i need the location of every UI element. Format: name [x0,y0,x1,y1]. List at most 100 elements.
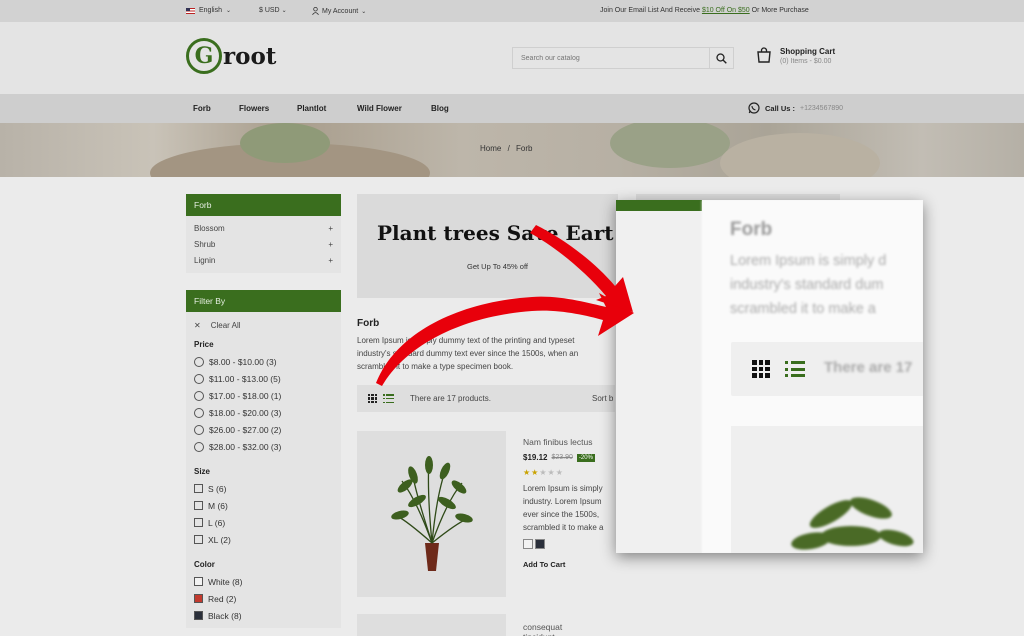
product-info: Nam finibus lectus $19.12 $23.90 -20% ★★… [523,437,623,569]
radio-button[interactable] [194,441,204,452]
checkbox[interactable] [194,501,203,510]
category-item-shrub[interactable]: Shrub + [194,237,333,253]
color-option[interactable]: Black (8) [194,607,333,624]
product-description: Lorem Ipsum is simply industry. Lorem Ip… [523,482,623,534]
whatsapp-icon [748,102,760,114]
radio-button[interactable] [194,373,204,384]
zoom-product-count: There are 17 [824,359,913,376]
product-image[interactable] [357,614,506,636]
price-option-label: $28.00 - $32.00 (3) [209,441,282,452]
language-selector[interactable]: English ⌄ [186,7,231,14]
color-swatch[interactable] [194,577,203,586]
color-option-label: Black (8) [208,610,242,621]
page-banner: Home / Forb [0,123,1024,177]
promo-text: Join Our Email List And Receive [600,7,702,14]
account-menu[interactable]: My Account ⌄ [312,7,366,15]
nav-item-flowers[interactable]: Flowers [239,104,269,113]
banner-subtitle: Get Up To 45% off [467,262,529,271]
us-flag-icon [186,7,195,14]
color-swatch[interactable] [523,539,533,549]
breadcrumb-home[interactable]: Home [480,144,501,153]
clear-all-label: Clear All [210,320,241,330]
banner-pot [720,133,880,177]
radio-button[interactable] [194,390,204,401]
category-item-blossom[interactable]: Blossom + [194,221,333,237]
price-filter-title: Price [194,340,214,349]
zoom-sidebar [616,200,702,553]
checkbox[interactable] [194,535,203,544]
add-to-cart-button[interactable]: Add To Cart [523,560,623,569]
nav-item-wild-flower[interactable]: Wild Flower [357,104,402,113]
cart-summary: (0) Items - $0.00 [780,58,832,65]
size-option[interactable]: S (6) [194,480,333,497]
expand-icon[interactable]: + [328,253,333,269]
product-image[interactable] [357,431,506,597]
price-option-label: $8.00 - $10.00 (3) [209,356,277,367]
radio-button[interactable] [194,424,204,435]
zoom-sidebar-header [616,200,702,211]
sidebar: Forb Blossom + Shrub + Lignin + Filter By ✕… [186,194,341,628]
color-swatch[interactable] [194,594,203,603]
color-option-label: Red (2) [208,593,237,604]
sort-by-dropdown[interactable]: Sort b [592,394,613,403]
logo-word: root [223,42,277,70]
category-item-lignin[interactable]: Lignin + [194,253,333,269]
product-price: $19.12 [523,453,548,462]
price-option[interactable]: $26.00 - $27.00 (2) [194,421,333,438]
currency-selector[interactable]: $ USD ⌄ [259,7,287,14]
category-label: Lignin [194,256,216,265]
price-option-label: $26.00 - $27.00 (2) [209,424,282,435]
logo[interactable]: G root [186,38,276,74]
chevron-down-icon: ⌄ [281,8,287,14]
sidebar-category-title: Forb [186,194,341,216]
grid-view-icon [752,360,770,378]
top-bar: English ⌄ $ USD ⌄ My Account ⌄ Join Our … [0,0,1024,22]
main-nav: Forb Flowers Plantlot Wild Flower Blog C… [0,94,1024,123]
product-name[interactable]: Nam finibus lectus [523,437,623,447]
size-option[interactable]: M (6) [194,497,333,514]
list-view-icon[interactable] [383,394,394,403]
banner-succulent [240,123,330,163]
color-swatch[interactable] [535,539,545,549]
discount-badge: -20% [576,453,595,462]
radio-button[interactable] [194,356,204,367]
nav-item-blog[interactable]: Blog [431,104,449,113]
promo-text-suffix: Or More Purchase [749,7,809,14]
category-description-line: industry's standard dummy text ever sinc… [357,349,579,358]
call-number[interactable]: +1234567890 [800,105,843,112]
nav-item-forb[interactable]: Forb [193,104,211,113]
product-toolbar: There are 17 products. Sort b [357,385,615,412]
size-option[interactable]: L (6) [194,514,333,531]
checkbox[interactable] [194,518,203,527]
color-option[interactable]: White (8) [194,573,333,590]
shopping-cart[interactable]: Shopping Cart (0) Items - $0.00 [756,47,835,65]
radio-button[interactable] [194,407,204,418]
price-option[interactable]: $18.00 - $20.00 (3) [194,404,333,421]
promo-link[interactable]: $10 Off On $50 [702,7,750,14]
filter-body: ✕ Clear All Price $8.00 - $10.00 (3) $11… [186,312,341,628]
product-name[interactable]: consequat tincidunt [523,622,562,636]
search-input[interactable] [513,48,709,68]
banner-headline: Plant trees Save Eart [377,221,614,245]
category-description-line: scrambled it to make a type specimen boo… [357,362,514,371]
user-icon [312,7,319,15]
search-button[interactable] [709,48,733,68]
checkbox[interactable] [194,484,203,493]
category-banner[interactable]: Plant trees Save Eart Get Up To 45% off [357,194,618,298]
expand-icon[interactable]: + [328,221,333,237]
clear-all-button[interactable]: ✕ Clear All [194,317,333,333]
price-option[interactable]: $8.00 - $10.00 (3) [194,353,333,370]
color-swatch[interactable] [194,611,203,620]
color-option[interactable]: Red (2) [194,590,333,607]
expand-icon[interactable]: + [328,237,333,253]
category-label: Shrub [194,240,216,249]
product-description-line: scrambled it to make a [523,523,604,532]
size-option-label: XL (2) [208,534,231,545]
grid-view-icon[interactable] [368,394,377,403]
price-option[interactable]: $11.00 - $13.00 (5) [194,370,333,387]
cart-title: Shopping Cart [780,47,836,56]
price-option[interactable]: $28.00 - $32.00 (3) [194,438,333,455]
nav-item-plantlot[interactable]: Plantlot [297,104,326,113]
price-option[interactable]: $17.00 - $18.00 (1) [194,387,333,404]
size-option[interactable]: XL (2) [194,531,333,548]
